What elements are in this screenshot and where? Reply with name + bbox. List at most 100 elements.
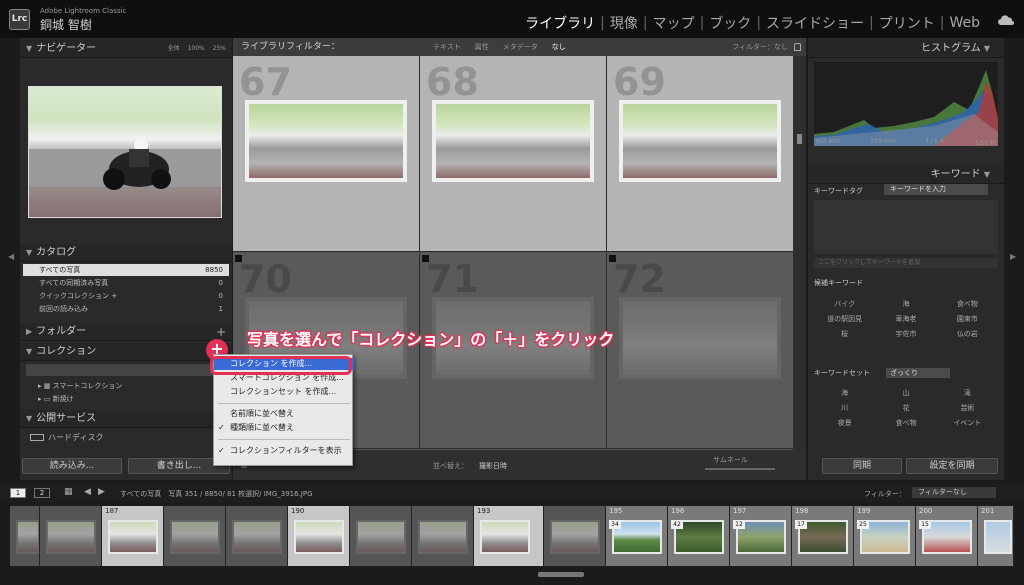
catalog-item-synced[interactable]: すべての同期済み写真 0 — [23, 277, 229, 289]
forward-arrow-icon[interactable]: ▶ — [98, 487, 105, 497]
module-web[interactable]: Web — [947, 15, 982, 31]
keyword-chip[interactable]: 夜景 — [814, 418, 875, 428]
right-panel-toggle-icon[interactable]: ▶ — [1010, 252, 1016, 261]
filmstrip-cell[interactable]: 198 17 — [792, 506, 854, 566]
filmstrip-cell[interactable]: 197 12 — [730, 506, 792, 566]
module-slideshow[interactable]: スライドショー — [764, 13, 866, 33]
filmstrip-cell[interactable]: 200 15 — [916, 506, 978, 566]
filmstrip-cell[interactable]: 199 25 — [854, 506, 916, 566]
filmstrip-cell[interactable] — [40, 506, 102, 566]
keywording-header[interactable]: キーワード ▼ — [808, 166, 1004, 184]
photo-thumbnail[interactable] — [245, 100, 407, 182]
keyword-chip[interactable]: 海 — [875, 299, 936, 309]
filmstrip-cell[interactable]: 193 — [474, 506, 544, 566]
keyword-chip[interactable]: 仏の岩 — [937, 329, 998, 339]
keyword-chip[interactable]: 道の駅因見 — [814, 314, 875, 324]
filmstrip-cell[interactable]: 190 — [288, 506, 350, 566]
lock-icon[interactable] — [794, 43, 801, 51]
keyword-chip[interactable]: 海 — [814, 388, 875, 398]
keyword-chip[interactable]: 山 — [875, 388, 936, 398]
keyword-add-field[interactable]: ここをクリックしてキーワードを追加 — [814, 258, 998, 268]
keyword-chip[interactable]: 滝 — [937, 388, 998, 398]
menu-create-collection-set[interactable]: コレクションセット を作成... — [214, 386, 354, 398]
secondary-display-1[interactable]: 1 — [10, 488, 26, 498]
collection-item-smart[interactable]: ▸ ▦ スマートコレクション — [38, 381, 122, 391]
filmstrip-cell[interactable]: 187 — [102, 506, 164, 566]
keyword-chip[interactable]: 川 — [814, 403, 875, 413]
stack-count-badge[interactable]: 34 — [609, 520, 621, 529]
left-panel-toggle-icon[interactable]: ◀ — [8, 252, 14, 261]
module-develop[interactable]: 現像 — [608, 13, 640, 33]
menu-sort-by-kind[interactable]: ✓ 種類順に並べ替え — [214, 422, 354, 434]
filmstrip-cell[interactable]: 201 — [978, 506, 1014, 566]
suggested-keywords-header[interactable]: 候補キーワード — [814, 276, 998, 290]
catalog-item-quick-collection[interactable]: クイックコレクション +0 — [23, 290, 229, 302]
catalog-header[interactable]: ▼ カタログ — [20, 244, 232, 262]
grid-icon[interactable]: ▦ — [64, 487, 73, 497]
zoom-25[interactable]: 25% — [213, 45, 226, 52]
keyword-chip[interactable]: イベント — [937, 418, 998, 428]
filmstrip-scrollbar[interactable] — [538, 572, 584, 577]
keyword-chip[interactable]: 園東市 — [937, 314, 998, 324]
photo-thumbnail[interactable] — [619, 100, 781, 182]
stack-count-badge[interactable]: 25 — [857, 520, 869, 529]
sync-settings-button[interactable]: 設定を同期 — [906, 458, 998, 474]
module-map[interactable]: マップ — [651, 13, 697, 33]
sort-select[interactable]: 撮影日時 — [479, 461, 507, 471]
filmstrip-cell[interactable]: 196 42 — [668, 506, 730, 566]
filmstrip-cell[interactable] — [10, 506, 40, 566]
thumbnail-size-slider[interactable] — [705, 468, 775, 470]
navigator-preview[interactable] — [28, 86, 222, 218]
module-book[interactable]: ブック — [707, 13, 753, 33]
sync-button[interactable]: 同期 — [822, 458, 902, 474]
filter-metadata[interactable]: メタデータ — [503, 38, 538, 56]
keyword-chip[interactable]: 花 — [875, 403, 936, 413]
filmstrip-cell[interactable] — [544, 506, 606, 566]
menu-sort-by-name[interactable]: 名前順に並べ替え — [214, 408, 354, 420]
keyword-tags-select[interactable]: キーワードを入力 — [884, 184, 988, 195]
photo-thumbnail[interactable] — [619, 297, 781, 379]
collection-item-new[interactable]: ▸ ▭ 新焼け — [38, 394, 74, 404]
publish-hard-disk[interactable]: ハードディスク — [26, 431, 226, 445]
filmstrip-source-path[interactable]: すべての写真 写真 351 / 8850/ 81 枚選択/ IMG_3916.J… — [120, 489, 313, 499]
filter-preset[interactable]: フィルター：なし — [732, 38, 788, 56]
keyword-chip[interactable]: 桜 — [814, 329, 875, 339]
catalog-item-previous-import[interactable]: 前回の読み込み 1 — [23, 303, 229, 315]
stack-count-badge[interactable]: 17 — [795, 520, 807, 529]
module-library[interactable]: ライブラリ — [523, 13, 597, 33]
keyword-set-select[interactable]: ざっくり — [886, 368, 950, 378]
zoom-100[interactable]: 100% — [188, 45, 205, 52]
publish-services-header[interactable]: ▼ 公開サービス — [20, 410, 232, 428]
cloud-icon[interactable] — [998, 15, 1014, 25]
filter-none[interactable]: なし — [552, 38, 566, 56]
grid-cell[interactable]: 69 — [607, 56, 793, 252]
grid-cell[interactable]: 67 — [233, 56, 420, 252]
navigator-header[interactable]: ▼ ナビゲーター 全体 100% 25% — [20, 40, 232, 58]
filmstrip-cell[interactable] — [164, 506, 226, 566]
filter-text[interactable]: テキスト — [433, 38, 461, 56]
module-print[interactable]: プリント — [877, 13, 937, 33]
stack-count-badge[interactable]: 15 — [919, 520, 931, 529]
collections-header[interactable]: ▼ コレクション — [20, 343, 232, 361]
grid-scrollbar[interactable] — [793, 56, 806, 450]
back-arrow-icon[interactable]: ◀ — [84, 487, 91, 497]
photo-thumbnail[interactable] — [432, 100, 594, 182]
zoom-fit[interactable]: 全体 — [168, 45, 180, 52]
navigator-zoom-options[interactable]: 全体 100% 25% — [168, 40, 226, 58]
filmstrip-filter-select[interactable]: フィルターなし — [912, 487, 996, 498]
grid-cell[interactable]: 68 — [420, 56, 607, 252]
secondary-display-2[interactable]: 2 — [34, 488, 50, 498]
histogram-header[interactable]: ヒストグラム ▼ — [808, 40, 1004, 58]
keyword-chip[interactable]: バイク — [814, 299, 875, 309]
keyword-text-area[interactable] — [814, 200, 998, 254]
stack-count-badge[interactable]: 12 — [733, 520, 745, 529]
grid-cell[interactable]: 72 — [607, 253, 793, 449]
filmstrip-cell[interactable] — [412, 506, 474, 566]
folders-header[interactable]: ▶ フォルダー + — [20, 323, 232, 341]
keyword-chip[interactable]: 芸術 — [937, 403, 998, 413]
filmstrip-cell[interactable]: 195 34 — [606, 506, 668, 566]
filmstrip-cell[interactable] — [350, 506, 412, 566]
stack-count-badge[interactable]: 42 — [671, 520, 683, 529]
catalog-item-all-photos[interactable]: すべての写真 8850 — [23, 264, 229, 276]
keyword-chip[interactable]: 宇佐市 — [875, 329, 936, 339]
